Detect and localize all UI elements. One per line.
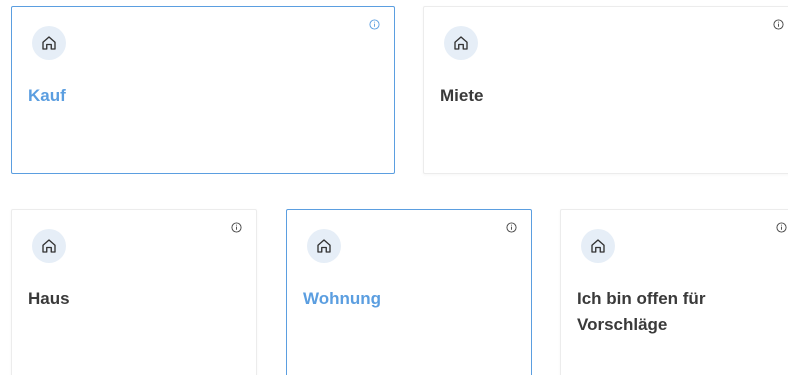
- info-icon[interactable]: [773, 19, 784, 30]
- option-card-offen[interactable]: Ich bin offen für Vorschläge: [560, 209, 788, 375]
- info-icon[interactable]: [776, 222, 787, 233]
- option-label: Kauf: [28, 86, 66, 105]
- house-icon: [444, 26, 478, 60]
- house-icon: [32, 229, 66, 263]
- house-icon: [32, 26, 66, 60]
- info-icon[interactable]: [506, 222, 517, 233]
- option-card-miete[interactable]: Miete: [423, 6, 788, 174]
- option-label: Ich bin offen für Vorschläge: [577, 289, 706, 334]
- info-icon[interactable]: [369, 19, 380, 30]
- info-icon[interactable]: [231, 222, 242, 233]
- option-card-haus[interactable]: Haus: [11, 209, 257, 375]
- option-label: Haus: [28, 289, 70, 308]
- option-label: Wohnung: [303, 289, 382, 308]
- option-card-kauf[interactable]: Kauf: [11, 6, 395, 174]
- selection-page: Kauf Miete Haus Wohnung Ich bin offen fü…: [0, 0, 788, 375]
- house-icon: [581, 229, 615, 263]
- option-label: Miete: [440, 86, 484, 105]
- house-icon: [307, 229, 341, 263]
- option-card-wohnung[interactable]: Wohnung: [286, 209, 532, 375]
